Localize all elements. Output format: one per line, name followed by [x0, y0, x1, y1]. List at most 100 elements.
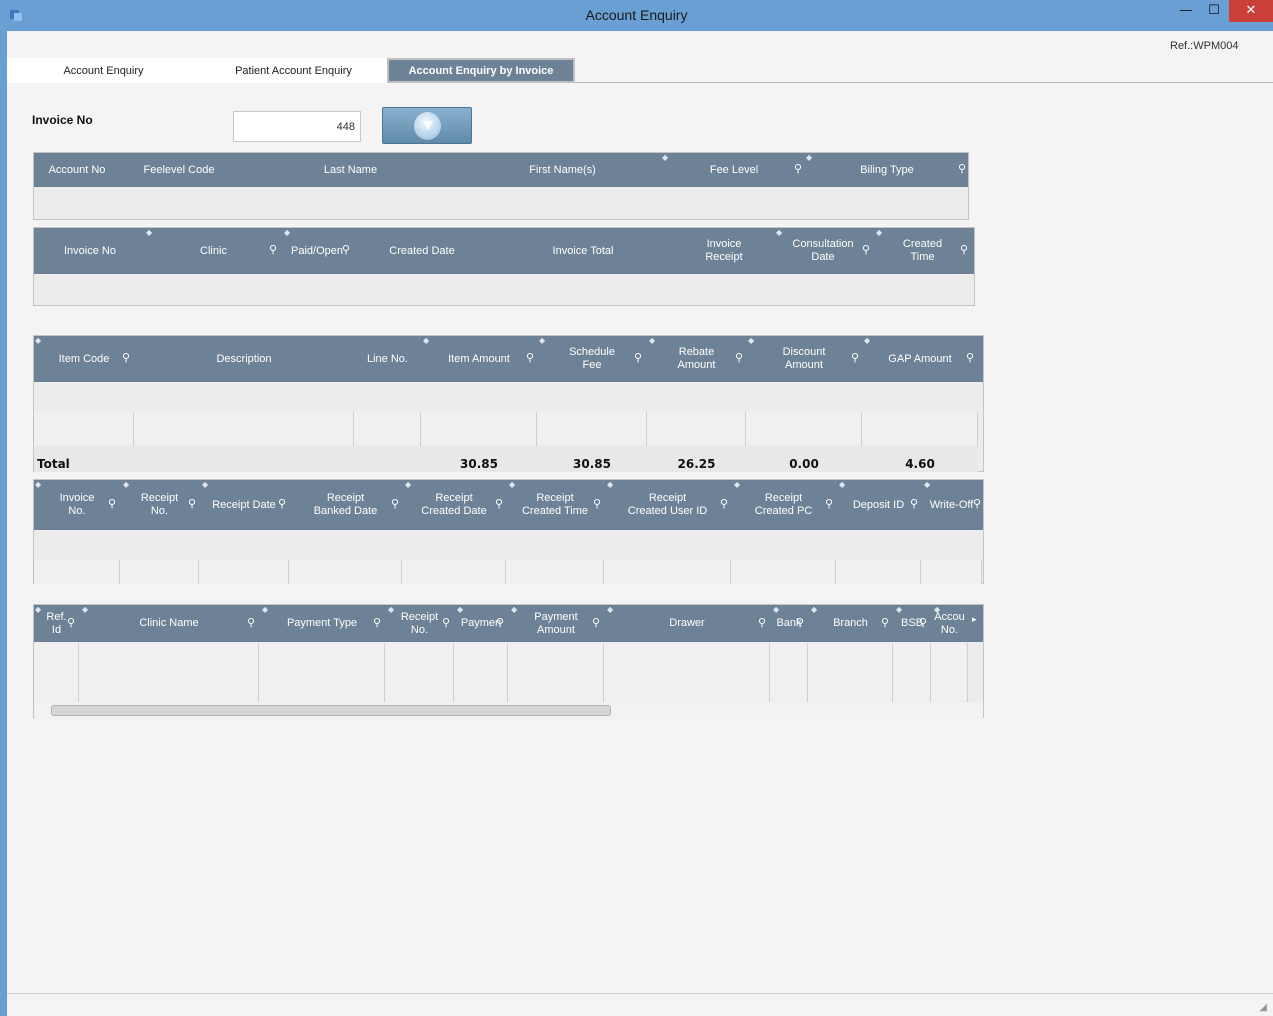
receipt-grid-col-3[interactable]: Receipt Banked Date [289, 480, 402, 530]
maximize-button[interactable]: ☐ [1200, 0, 1228, 22]
title-bar[interactable]: Account Enquiry — ☐ ✕ [0, 0, 1273, 31]
account-grid-col-4[interactable]: Fee Level [662, 153, 806, 187]
sort-icon[interactable]: ◆ [864, 337, 870, 345]
sort-icon[interactable]: ◆ [202, 481, 208, 489]
sort-icon[interactable]: ◆ [423, 337, 429, 345]
search-icon[interactable]: ⚲ [592, 616, 600, 629]
sort-icon[interactable]: ◆ [649, 337, 655, 345]
search-icon[interactable]: ⚲ [108, 497, 116, 510]
search-icon[interactable]: ⚲ [391, 497, 399, 510]
receipt-grid-col-8[interactable]: Deposit ID [836, 480, 921, 530]
payment-grid-col-5[interactable]: Payment Amount [508, 605, 604, 642]
sort-icon[interactable]: ◆ [607, 606, 613, 614]
search-icon[interactable]: ⚲ [442, 616, 450, 629]
receipt-grid-col-5[interactable]: Receipt Created Time [506, 480, 604, 530]
search-icon[interactable]: ⚲ [862, 243, 870, 256]
horizontal-scrollbar[interactable] [35, 703, 983, 719]
sort-icon[interactable]: ◆ [262, 606, 268, 614]
sort-icon[interactable]: ◆ [934, 606, 940, 614]
sort-icon[interactable]: ◆ [924, 481, 930, 489]
sort-icon[interactable]: ◆ [284, 229, 290, 237]
search-icon[interactable]: ⚲ [960, 243, 968, 256]
search-icon[interactable]: ⚲ [966, 351, 974, 364]
search-icon[interactable]: ⚲ [495, 497, 503, 510]
receipt-grid-col-2[interactable]: Receipt Date [199, 480, 289, 530]
account-grid-col-2[interactable]: Last Name [238, 153, 463, 187]
scrollbar-thumb[interactable] [51, 705, 611, 716]
sort-icon[interactable]: ◆ [457, 606, 463, 614]
search-icon[interactable]: ⚲ [342, 243, 350, 256]
tab-patient-account-enquiry[interactable]: Patient Account Enquiry [200, 58, 387, 83]
account-grid-col-5[interactable]: Biling Type [806, 153, 968, 187]
search-icon[interactable]: ⚲ [593, 497, 601, 510]
sort-icon[interactable]: ◆ [839, 481, 845, 489]
invoice-grid-col-3[interactable]: Created Date [353, 228, 491, 274]
search-icon[interactable]: ⚲ [958, 162, 966, 175]
payment-grid-col-2[interactable]: Payment Type [259, 605, 385, 642]
invoice-grid-col-4[interactable]: Invoice Total [491, 228, 675, 274]
invoice-grid-col-1[interactable]: Clinic [146, 228, 281, 274]
tab-account-enquiry[interactable]: Account Enquiry [7, 58, 200, 83]
sort-icon[interactable]: ◆ [82, 606, 88, 614]
search-icon[interactable]: ⚲ [881, 616, 889, 629]
item-grid-col-4[interactable]: Schedule Fee [537, 336, 647, 382]
search-icon[interactable]: ⚲ [720, 497, 728, 510]
sort-icon[interactable]: ◆ [405, 481, 411, 489]
sort-icon[interactable]: ◆ [509, 481, 515, 489]
resize-grip-icon[interactable]: ◢ [1259, 1002, 1267, 1013]
sort-icon[interactable]: ◆ [806, 154, 812, 162]
search-icon[interactable]: ⚲ [919, 616, 927, 629]
item-grid-col-6[interactable]: Discount Amount [746, 336, 862, 382]
sort-icon[interactable]: ◆ [773, 606, 779, 614]
sort-icon[interactable]: ◆ [876, 229, 882, 237]
payment-grid-col-1[interactable]: Clinic Name [79, 605, 259, 642]
search-icon[interactable]: ⚲ [910, 497, 918, 510]
scroll-right-icon[interactable]: ▸ [972, 615, 977, 625]
receipt-grid-col-6[interactable]: Receipt Created User ID [604, 480, 731, 530]
search-icon[interactable]: ⚲ [269, 243, 277, 256]
sort-icon[interactable]: ◆ [776, 229, 782, 237]
sort-icon[interactable]: ◆ [35, 481, 41, 489]
item-grid-col-7[interactable]: GAP Amount [862, 336, 978, 382]
search-icon[interactable]: ⚲ [67, 616, 75, 629]
search-icon[interactable]: ⚲ [796, 616, 804, 629]
invoice-grid-col-0[interactable]: Invoice No [34, 228, 146, 274]
search-icon[interactable]: ⚲ [758, 616, 766, 629]
sort-icon[interactable]: ◆ [539, 337, 545, 345]
close-button[interactable]: ✕ [1229, 0, 1273, 22]
search-icon[interactable]: ⚲ [373, 616, 381, 629]
search-icon[interactable]: ⚲ [825, 497, 833, 510]
item-grid-col-0[interactable]: Item Code [34, 336, 134, 382]
search-button[interactable] [382, 107, 472, 144]
minimize-button[interactable]: — [1172, 0, 1200, 22]
receipt-grid-col-4[interactable]: Receipt Created Date [402, 480, 506, 530]
invoice-grid-col-6[interactable]: Consultation Date [773, 228, 873, 274]
sort-icon[interactable]: ◆ [896, 606, 902, 614]
tab-account-enquiry-by-invoice[interactable]: Account Enquiry by Invoice [387, 58, 575, 83]
search-icon[interactable]: ⚲ [634, 351, 642, 364]
search-icon[interactable]: ⚲ [851, 351, 859, 364]
item-grid-col-3[interactable]: Item Amount [421, 336, 537, 382]
search-icon[interactable]: ⚲ [496, 616, 504, 629]
invoice-grid-col-5[interactable]: Invoice Receipt [675, 228, 773, 274]
item-grid-col-1[interactable]: Description [134, 336, 354, 382]
sort-icon[interactable]: ◆ [388, 606, 394, 614]
account-grid-col-1[interactable]: Feelevel Code [120, 153, 238, 187]
account-grid-col-3[interactable]: First Name(s) [463, 153, 662, 187]
invoice-grid-col-7[interactable]: Created Time [873, 228, 972, 274]
search-icon[interactable]: ⚲ [122, 351, 130, 364]
invoice-no-input[interactable] [233, 111, 361, 142]
sort-icon[interactable]: ◆ [811, 606, 817, 614]
search-icon[interactable]: ⚲ [794, 162, 802, 175]
sort-icon[interactable]: ◆ [35, 606, 41, 614]
payment-grid-col-6[interactable]: Drawer [604, 605, 770, 642]
sort-icon[interactable]: ◆ [607, 481, 613, 489]
item-grid-col-5[interactable]: Rebate Amount [647, 336, 746, 382]
receipt-grid-col-7[interactable]: Receipt Created PC [731, 480, 836, 530]
search-icon[interactable]: ⚲ [278, 497, 286, 510]
search-icon[interactable]: ⚲ [973, 497, 981, 510]
sort-icon[interactable]: ◆ [123, 481, 129, 489]
sort-icon[interactable]: ◆ [35, 337, 41, 345]
sort-icon[interactable]: ◆ [734, 481, 740, 489]
account-grid-col-0[interactable]: Account No [34, 153, 120, 187]
